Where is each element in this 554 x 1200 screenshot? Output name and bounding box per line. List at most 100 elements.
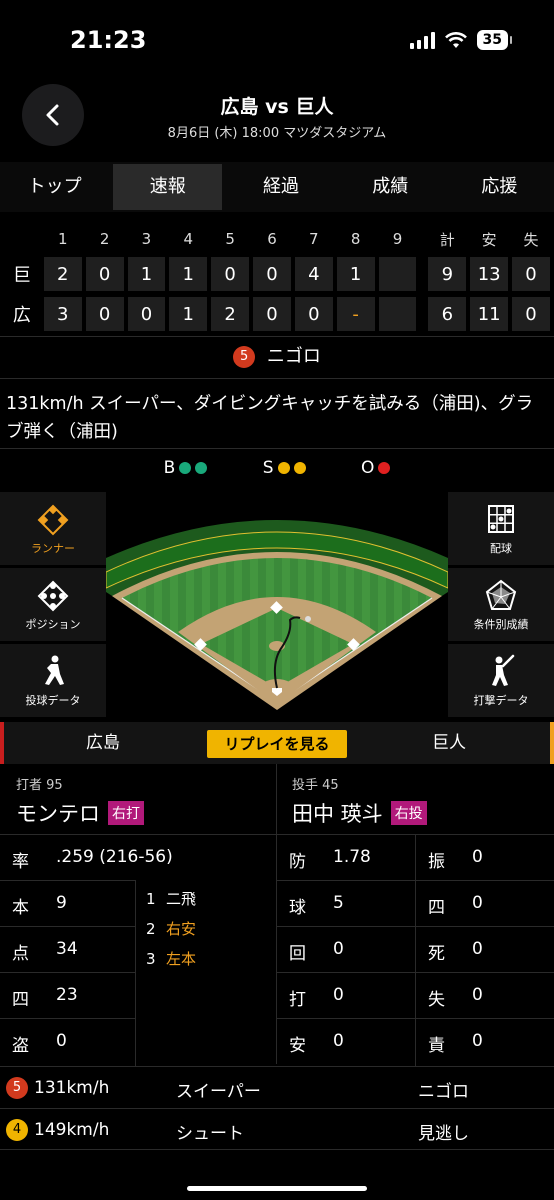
radar-icon (485, 579, 517, 610)
stat-value: 5 (333, 893, 344, 913)
at-bat-history-item: 2 右安 (146, 920, 197, 938)
total-errors: 0 (512, 257, 550, 291)
at-bat-history-item: 1 二飛 (146, 890, 197, 908)
inning-score: 3 (43, 297, 82, 331)
inning-score: 1 (169, 297, 208, 331)
pitch-location-button[interactable]: 配球 (448, 492, 554, 566)
pitch-number-badge: 4 (6, 1119, 28, 1141)
balls-indicator: B (164, 458, 208, 478)
stat-value: 0 (56, 1031, 67, 1051)
stat-key: 回 (289, 944, 306, 964)
conditional-stats-button[interactable]: 条件別成績 (448, 568, 554, 642)
pitch-speed: 131km/h (34, 1078, 110, 1098)
play-result: 5 ニゴロ (0, 342, 554, 376)
runner-label: ランナー (31, 541, 75, 555)
inning-score: 0 (85, 257, 124, 291)
baseball-field (106, 520, 448, 710)
matchup: 打者 95 モンテロ 右打 投手 45 田中 瑛斗 右投 (0, 764, 554, 834)
pitch-log-row[interactable]: 5 131km/h スイーパー ニゴロ (0, 1066, 554, 1108)
batter-role: 打者 95 (16, 778, 63, 793)
inning-score: 1 (169, 257, 208, 291)
pitch-log-row[interactable]: 4 149km/h シュート 見逃し (0, 1108, 554, 1150)
inning-header: 3 (141, 230, 152, 248)
stat-key: 失 (428, 990, 445, 1010)
game-info: 8月6日 (木) 18:00 マツダスタジアム (167, 126, 387, 141)
pitcher-card[interactable]: 投手 45 田中 瑛斗 右投 (292, 764, 542, 834)
batter-hand-badge: 右打 (108, 801, 144, 825)
stat-value: .259 (216-56) (56, 847, 173, 867)
inning-header: 2 (99, 230, 110, 248)
ball-count: B S O (0, 458, 554, 478)
runner-button[interactable]: ランナー (0, 492, 106, 566)
batting-data-button[interactable]: 打撃データ (448, 644, 554, 718)
outs-indicator: O (361, 458, 391, 478)
stat-key: 死 (428, 944, 445, 964)
total-runs: 9 (428, 257, 467, 291)
tab-live[interactable]: 速報 (113, 164, 223, 210)
replay-button[interactable]: リプレイを見る (207, 730, 347, 758)
tab-top[interactable]: トップ (0, 162, 109, 212)
stat-value: 0 (472, 893, 483, 913)
batter-stat-row: 率 .259 (216-56) (0, 834, 276, 880)
stats-panel: 率 .259 (216-56) 本9 点 34 四 23 盗0 1 二飛 2 右安 3 左本… (0, 834, 554, 1066)
team-abbr: 広 (12, 305, 31, 326)
total-hits: 13 (470, 257, 509, 291)
pitcher-stat-row: 打0 (277, 972, 416, 1018)
pitch-result: 見逃し (418, 1124, 469, 1144)
stat-key: 球 (289, 898, 306, 918)
status-icons: 35 (409, 30, 513, 50)
batter-card[interactable]: 打者 95 モンテロ 右打 (16, 764, 266, 834)
stat-value: 0 (333, 985, 344, 1005)
pitching-data-button[interactable]: 投球データ (0, 644, 106, 718)
stat-value: 9 (56, 893, 67, 913)
stat-value: 1.78 (333, 847, 371, 867)
inning-header: 6 (267, 230, 277, 248)
page-title: 広島 vs 巨人 (220, 96, 334, 118)
tab-progress[interactable]: 経過 (226, 162, 335, 212)
position-button[interactable]: ポジション (0, 568, 106, 642)
inning-header: 1 (57, 230, 68, 248)
divider (0, 448, 554, 449)
pitcher-stat-row: 責0 (416, 1018, 554, 1066)
home-indicator (187, 1186, 367, 1191)
pitcher-stat-row: 死0 (416, 926, 554, 972)
pitcher-name: 田中 瑛斗 (292, 802, 383, 826)
away-team-tab[interactable]: 巨人 (432, 722, 466, 764)
scoreboard: 1 2 3 4 5 6 7 8 9 計 安 失 巨 2 0 1 1 0 0 4 … (0, 224, 554, 334)
inning-score: 0 (253, 297, 291, 331)
pitching-data-label: 投球データ (25, 693, 81, 707)
pitch-number-badge: 5 (6, 1077, 28, 1099)
inning-score: 2 (211, 297, 250, 331)
pitch-location-label: 配球 (490, 541, 512, 555)
pitch-type: スイーパー (176, 1082, 261, 1102)
inning-header: 9 (392, 230, 403, 248)
pitcher-stat-row: 安0 (277, 1018, 416, 1066)
pitch-speed-cell: 5 131km/h (6, 1077, 109, 1099)
inning-score (378, 297, 417, 331)
tab-cheer[interactable]: 応援 (445, 162, 554, 212)
batter-name-row: モンテロ 右打 (16, 798, 144, 828)
tab-stats[interactable]: 成績 (336, 162, 445, 212)
inning-header: 4 (183, 230, 194, 248)
home-team-tab[interactable]: 広島 (86, 722, 120, 764)
inning-header: 5 (225, 230, 235, 248)
strikes-indicator: S (263, 458, 306, 478)
pitcher-stat-row: 回0 (277, 926, 416, 972)
stat-key: 盗 (12, 1036, 29, 1056)
total-runs: 6 (428, 297, 467, 331)
stat-key: 点 (12, 944, 29, 964)
stat-value: 23 (56, 985, 78, 1005)
batter-name: モンテロ (16, 802, 100, 826)
scoreboard-row-home: 広 3 0 0 1 2 0 0 - 6 11 0 (0, 294, 554, 334)
home-team-color (0, 722, 4, 764)
field-panel: ランナー ポジション 投球データ 配球 条件別成績 打撃データ (0, 492, 554, 718)
pitcher-icon (45, 655, 64, 685)
stat-value: 0 (333, 1031, 344, 1051)
stat-value: 0 (472, 939, 483, 959)
batting-data-label: 打撃データ (473, 693, 529, 707)
inning-header: 7 (309, 230, 319, 248)
pitch-speed-cell: 4 149km/h (6, 1119, 109, 1141)
stat-key: 四 (12, 990, 29, 1010)
away-team-color (550, 722, 554, 764)
inning-score: 1 (127, 257, 166, 291)
